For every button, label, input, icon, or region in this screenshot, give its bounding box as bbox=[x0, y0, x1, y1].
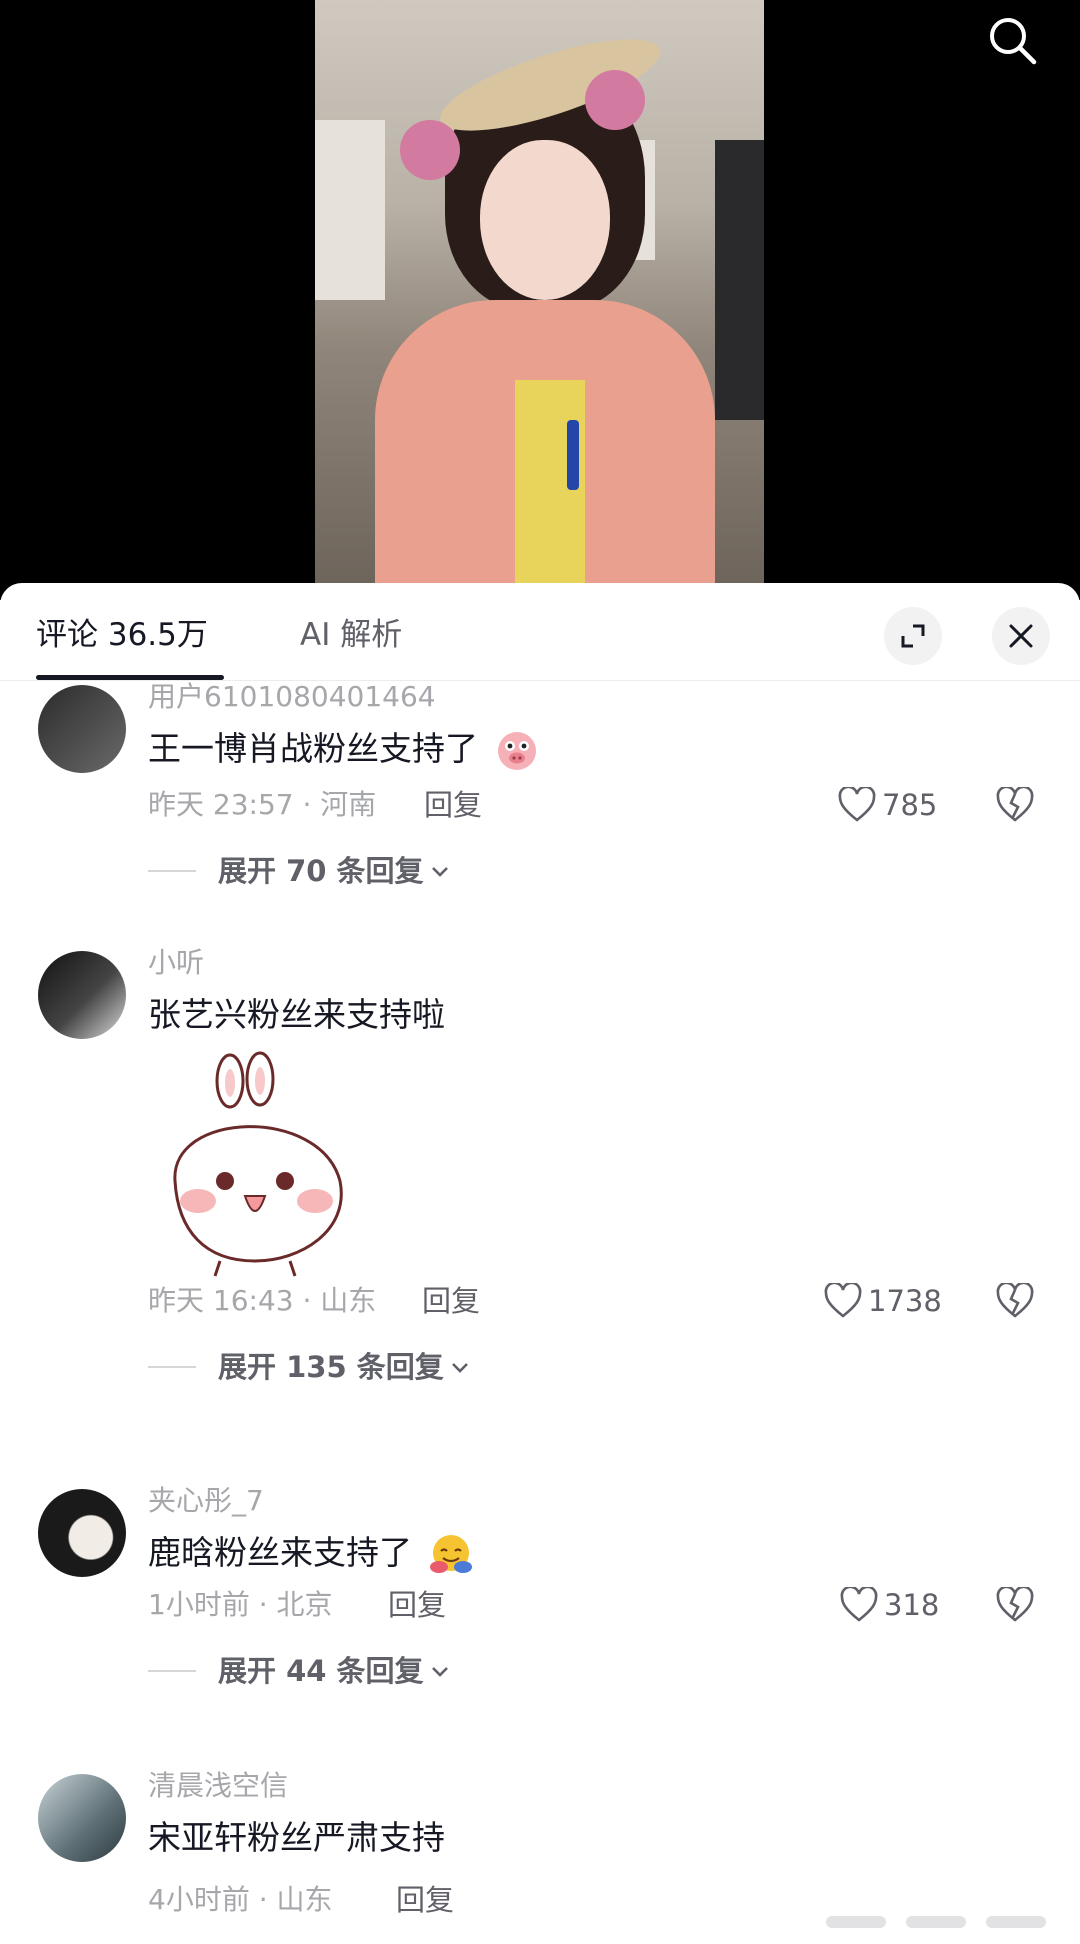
like-button[interactable]: 1738 bbox=[824, 1281, 942, 1321]
background-fridge bbox=[715, 140, 764, 420]
comment-panel-header: 评论 36.5万 AI 解析 bbox=[0, 583, 1080, 681]
dislike-button[interactable] bbox=[996, 785, 1034, 827]
hugging-face-emoji bbox=[429, 1534, 472, 1573]
avatar[interactable] bbox=[38, 685, 126, 773]
background-cabinet bbox=[315, 120, 385, 300]
divider-line bbox=[148, 1366, 196, 1368]
comment-item: 小听 张艺兴粉丝来支持啦 昨天 16:43 · 山东 回复 1738 展开 13… bbox=[0, 946, 1080, 1391]
close-icon bbox=[1009, 624, 1033, 648]
comment-text: 宋亚轩粉丝严肃支持 bbox=[148, 1818, 445, 1857]
avatar[interactable] bbox=[38, 951, 126, 1039]
comment-item: 用户6101080401464 王一博肖战粉丝支持了 昨天 23:57 · 河南… bbox=[0, 681, 1080, 901]
heart-icon bbox=[838, 787, 876, 822]
like-button[interactable]: 785 bbox=[838, 785, 937, 825]
comment-username[interactable]: 小听 bbox=[148, 943, 204, 983]
expand-replies-label: 展开 44 条回复 bbox=[218, 1654, 424, 1688]
tab-comments[interactable]: 评论 36.5万 bbox=[36, 613, 208, 657]
like-count: 785 bbox=[882, 788, 938, 822]
like-button[interactable]: 318 bbox=[840, 1585, 939, 1625]
divider-line bbox=[148, 1670, 196, 1672]
expand-replies-button[interactable]: 展开 70 条回复 bbox=[148, 851, 452, 891]
reply-button[interactable]: 回复 bbox=[388, 1585, 446, 1625]
close-panel-button[interactable] bbox=[992, 607, 1050, 665]
comment-username[interactable]: 清晨浅空信 bbox=[148, 1766, 288, 1806]
active-tab-indicator bbox=[36, 675, 224, 680]
tassel-ornament bbox=[567, 420, 579, 490]
dislike-button[interactable] bbox=[996, 1281, 1034, 1323]
broken-heart-icon bbox=[996, 785, 1034, 822]
comment-time-location: 昨天 16:43 · 山东 bbox=[148, 1284, 377, 1317]
comment-text: 王一博肖战粉丝支持了 bbox=[148, 725, 539, 773]
comment-time-location: 1小时前 · 北京 bbox=[148, 1588, 333, 1621]
avatar[interactable] bbox=[38, 1489, 126, 1577]
like-count: 1738 bbox=[868, 1284, 942, 1318]
watermark-logo bbox=[826, 1916, 1046, 1928]
flower-ornament bbox=[400, 120, 460, 180]
comment-item: 夹心彤_7 鹿晗粉丝来支持了 1小时前 · 北京 回复 318 展开 44 条回… bbox=[0, 1481, 1080, 1731]
expand-replies-label: 展开 70 条回复 bbox=[218, 854, 424, 888]
comment-text: 鹿晗粉丝来支持了 bbox=[148, 1529, 473, 1577]
comment-list[interactable]: 用户6101080401464 王一博肖战粉丝支持了 昨天 23:57 · 河南… bbox=[0, 681, 1080, 1944]
dislike-button[interactable] bbox=[996, 1585, 1034, 1627]
comment-time-location: 4小时前 · 山东 bbox=[148, 1883, 333, 1916]
expand-replies-label: 展开 135 条回复 bbox=[218, 1350, 444, 1384]
person-face bbox=[480, 140, 610, 300]
comment-username[interactable]: 用户6101080401464 bbox=[148, 681, 436, 717]
broken-heart-icon bbox=[996, 1281, 1034, 1318]
video-frame bbox=[315, 0, 764, 585]
heart-icon bbox=[824, 1283, 862, 1318]
divider-line bbox=[148, 870, 196, 872]
comment-time-location: 昨天 23:57 · 河南 bbox=[148, 788, 377, 821]
heart-icon bbox=[840, 1587, 878, 1622]
comment-username[interactable]: 夹心彤_7 bbox=[148, 1481, 264, 1521]
reply-button[interactable]: 回复 bbox=[422, 1281, 480, 1321]
expand-replies-button[interactable]: 展开 135 条回复 bbox=[148, 1347, 472, 1387]
pig-face-emoji bbox=[497, 731, 536, 770]
broken-heart-icon bbox=[996, 1585, 1034, 1622]
comment-text-content: 王一博肖战粉丝支持了 bbox=[148, 729, 478, 768]
comment-text: 张艺兴粉丝来支持啦 bbox=[148, 995, 445, 1034]
like-count: 318 bbox=[884, 1588, 940, 1622]
avatar[interactable] bbox=[38, 1774, 126, 1862]
reply-button[interactable]: 回复 bbox=[396, 1880, 454, 1920]
bunny-sticker bbox=[173, 1051, 343, 1277]
tab-ai-analysis[interactable]: AI 解析 bbox=[300, 613, 402, 657]
search-button[interactable] bbox=[982, 10, 1042, 70]
search-icon bbox=[990, 18, 1037, 65]
expand-replies-button[interactable]: 展开 44 条回复 bbox=[148, 1651, 452, 1691]
chevron-down-icon bbox=[431, 1667, 448, 1677]
comment-panel: 评论 36.5万 AI 解析 用户6101080401464 王一博肖战粉丝支持… bbox=[0, 583, 1080, 1944]
video-player[interactable] bbox=[0, 0, 1080, 600]
expand-panel-button[interactable] bbox=[884, 607, 942, 665]
chevron-down-icon bbox=[431, 867, 448, 877]
chevron-down-icon bbox=[451, 1363, 468, 1373]
comment-text-content: 鹿晗粉丝来支持了 bbox=[148, 1533, 412, 1572]
expand-icon bbox=[901, 624, 925, 648]
flower-ornament bbox=[585, 70, 645, 130]
reply-button[interactable]: 回复 bbox=[424, 785, 482, 825]
